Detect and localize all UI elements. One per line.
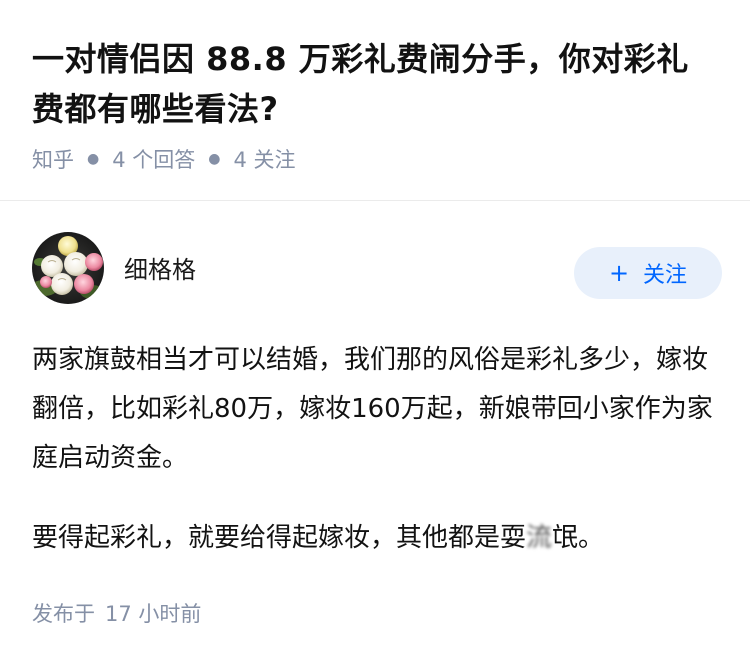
answer-content[interactable]: 两家旗鼓相当才可以结婚，我们那的风俗是彩礼多少，嫁妆翻倍，比如彩礼80万，嫁妆1… bbox=[32, 336, 718, 563]
question-title[interactable]: 一对情侣因 88.8 万彩礼费闹分手，你对彩礼费都有哪些看法? bbox=[32, 34, 712, 134]
posted-time: 17 小时前 bbox=[105, 602, 202, 626]
answer-paragraph: 要得起彩礼，就要给得起嫁妆，其他都是耍流氓。 bbox=[32, 514, 718, 563]
flower-bouquet-avatar-icon bbox=[32, 232, 104, 304]
follow-button[interactable]: + 关注 bbox=[574, 247, 722, 299]
author-name[interactable]: 细格格 bbox=[124, 250, 196, 285]
follow-label: 关注 bbox=[643, 263, 688, 288]
question-meta: 知乎 ● 4 个回答 ● 4 关注 bbox=[32, 144, 712, 174]
question-header: 一对情侣因 88.8 万彩礼费闹分手，你对彩礼费都有哪些看法? 知乎 ● 4 个… bbox=[32, 34, 712, 174]
paragraph-text: 氓。 bbox=[552, 523, 605, 553]
follower-count[interactable]: 4 关注 bbox=[233, 144, 295, 174]
posted-label: 发布于 bbox=[32, 602, 95, 626]
answer-paragraph: 两家旗鼓相当才可以结婚，我们那的风俗是彩礼多少，嫁妆翻倍，比如彩礼80万，嫁妆1… bbox=[32, 345, 713, 473]
answer-count[interactable]: 4 个回答 bbox=[112, 144, 195, 174]
plus-icon: + bbox=[608, 259, 630, 287]
avatar[interactable] bbox=[32, 232, 104, 304]
meta-separator: ● bbox=[87, 151, 100, 167]
author-row: 细格格 + 关注 bbox=[32, 232, 722, 304]
paragraph-text: 要得起彩礼，就要给得起嫁妆，其他都是耍 bbox=[32, 523, 527, 553]
blurred-text: 流 bbox=[526, 523, 553, 553]
source-label[interactable]: 知乎 bbox=[32, 144, 74, 174]
meta-separator: ● bbox=[208, 151, 221, 167]
answer-card: 细格格 + 关注 两家旗鼓相当才可以结婚，我们那的风俗是彩礼多少，嫁妆翻倍，比如… bbox=[32, 232, 722, 563]
section-divider bbox=[0, 200, 750, 201]
post-time: 发布于 17 小时前 bbox=[32, 598, 201, 628]
